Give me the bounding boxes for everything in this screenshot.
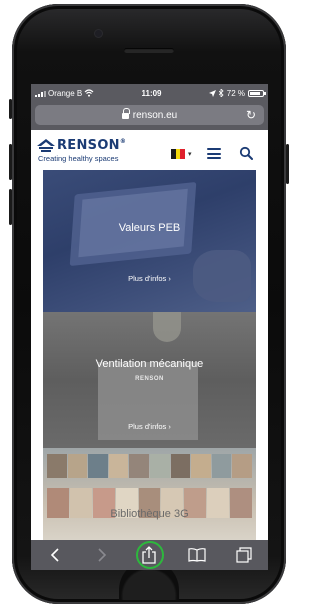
address-bar[interactable]: renson.eu ↻ — [35, 105, 264, 125]
lock-icon — [121, 108, 130, 119]
tile-bibliotheque-3g[interactable]: Bibliothèque 3G — [43, 448, 256, 540]
belgium-flag-icon[interactable] — [171, 149, 186, 159]
status-bar: Orange B 11:09 72 % — [31, 84, 268, 102]
battery-icon — [247, 89, 266, 97]
wifi-icon — [84, 89, 94, 97]
safari-toolbar — [31, 540, 268, 570]
volume-up-button — [9, 144, 12, 180]
chevron-down-icon[interactable]: ▾ — [188, 150, 192, 158]
battery-percent: 72 % — [226, 88, 245, 98]
tile-title: Bibliothèque 3G — [110, 508, 189, 520]
bookmarks-button[interactable] — [183, 543, 211, 567]
search-icon[interactable] — [239, 146, 253, 160]
signal-icon — [35, 90, 46, 97]
url-text: renson.eu — [132, 109, 178, 121]
reload-icon[interactable]: ↻ — [246, 108, 256, 122]
bookmarks-icon — [188, 548, 206, 562]
unit-brand-label: RENSON — [135, 376, 164, 382]
tile-title: Ventilation mécanique — [95, 358, 204, 370]
earpiece-speaker — [124, 48, 174, 53]
back-button[interactable] — [41, 543, 69, 567]
tabs-button[interactable] — [230, 543, 258, 567]
renson-logo[interactable]: RENSON® Creating healthy spaces — [37, 138, 147, 164]
front-camera — [95, 30, 102, 37]
bluetooth-icon — [218, 89, 224, 97]
forward-button[interactable] — [88, 543, 116, 567]
volume-down-button — [9, 189, 12, 225]
carrier-name: Orange B — [48, 88, 83, 98]
tile-ventilation-mecanique[interactable]: Ventilation mécanique RENSON Plus d'info… — [43, 312, 256, 448]
site-header: RENSON® Creating healthy spaces ▾ — [31, 130, 268, 170]
more-info-link[interactable]: Plus d'infos › — [43, 274, 256, 283]
mute-switch — [9, 99, 12, 119]
hamburger-menu-icon[interactable] — [207, 148, 221, 159]
logo-wordmark: RENSON® — [57, 138, 127, 153]
share-highlight-circle — [136, 541, 164, 569]
location-icon — [208, 89, 216, 97]
back-icon — [50, 548, 59, 562]
address-bar-area: renson.eu ↻ — [31, 102, 268, 130]
tabs-icon — [236, 547, 252, 563]
renson-logo-mark-icon — [37, 139, 55, 152]
phone-screen: Orange B 11:09 72 % renson.eu ↻ RENSON® … — [31, 84, 268, 570]
page-content: Valeurs PEB Plus d'infos › Ventilation m… — [31, 170, 268, 540]
forward-icon — [98, 548, 107, 562]
clock: 11:09 — [141, 88, 162, 98]
more-info-link[interactable]: Plus d'infos › — [43, 422, 256, 431]
power-button — [286, 144, 289, 184]
tile-title: Valeurs PEB — [118, 222, 181, 234]
tile-valeurs-peb[interactable]: Valeurs PEB Plus d'infos › — [43, 170, 256, 312]
logo-tagline: Creating healthy spaces — [38, 154, 119, 163]
lamp-image — [153, 312, 181, 342]
bookshelf-image — [43, 454, 256, 478]
